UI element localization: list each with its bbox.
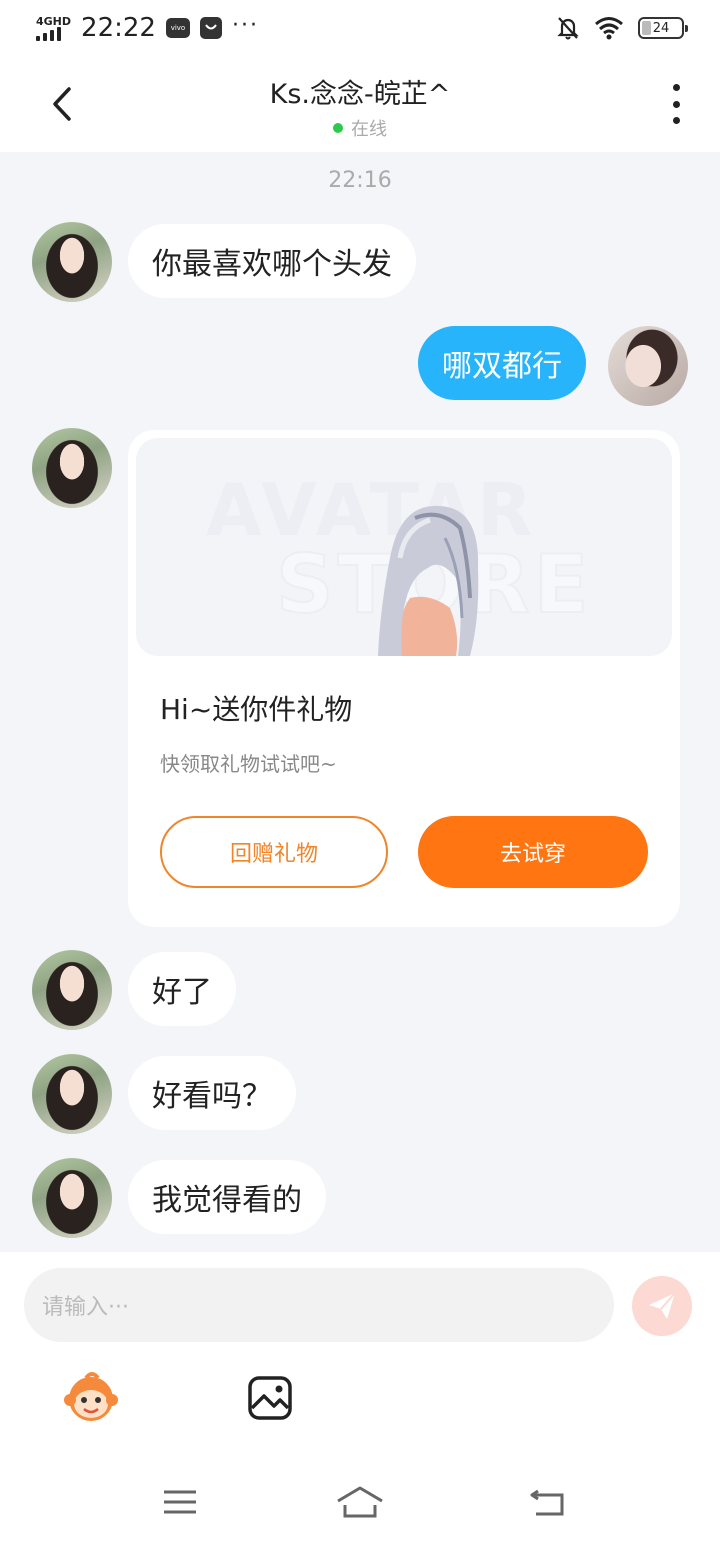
signal-indicator: 4GHD <box>36 16 71 41</box>
online-dot-icon <box>333 123 343 133</box>
more-options-button[interactable] <box>668 84 684 124</box>
battery-level: 24 <box>652 20 670 36</box>
try-on-button[interactable]: 去试穿 <box>418 816 648 888</box>
avatar[interactable] <box>32 1158 112 1238</box>
signal-bars-icon <box>36 26 61 41</box>
status-left: 4GHD 22:22 vivo ··· <box>36 13 259 43</box>
more-dot <box>672 117 680 124</box>
nav-menu-button[interactable] <box>155 1482 205 1522</box>
avatar[interactable] <box>32 428 112 508</box>
avatar[interactable] <box>32 950 112 1030</box>
avatar[interactable] <box>32 222 112 302</box>
wifi-icon <box>595 17 623 40</box>
home-icon <box>337 1486 383 1518</box>
nav-home-button[interactable] <box>335 1482 385 1522</box>
title-wrap: Ks.念念-皖芷^ 在线 <box>0 72 720 141</box>
chat-title: Ks.念念-皖芷^ <box>269 79 451 110</box>
my-avatar[interactable] <box>608 326 688 406</box>
send-icon <box>649 1292 676 1319</box>
status-more-dots: ··· <box>231 12 259 38</box>
message-bubble[interactable]: 我觉得看的 <box>128 1160 326 1234</box>
online-status: 在线 <box>0 115 720 141</box>
system-nav-bar <box>0 1460 720 1544</box>
menu-icon <box>164 1490 196 1514</box>
emoji-button[interactable] <box>62 1368 120 1426</box>
nav-back-button[interactable] <box>523 1482 573 1522</box>
shopping-bag-icon <box>199 17 222 39</box>
hair-preview-image <box>378 505 479 656</box>
gift-title: Hi~送你件礼物 <box>160 693 353 726</box>
online-status-label: 在线 <box>351 119 387 140</box>
emoji-icon <box>64 1372 118 1421</box>
return-gift-button[interactable]: 回赠礼物 <box>160 816 388 888</box>
back-icon <box>530 1489 564 1516</box>
message-input[interactable]: 请输入··· <box>24 1268 614 1342</box>
image-icon <box>248 1376 292 1420</box>
mute-bell-icon <box>557 17 579 40</box>
battery-icon: 24 <box>638 17 688 39</box>
message-bubble[interactable]: 你最喜欢哪个头发 <box>128 224 416 298</box>
network-label: 4GHD <box>36 14 72 28</box>
message-bubble[interactable]: 好了 <box>128 952 236 1026</box>
avatar[interactable] <box>32 1054 112 1134</box>
message-bubble[interactable]: 好看吗？ <box>128 1056 296 1130</box>
more-dot <box>672 84 680 91</box>
message-timestamp: 22:16 <box>328 168 392 193</box>
send-button[interactable] <box>632 1276 692 1336</box>
status-right: 24 <box>556 15 688 41</box>
chat-header: Ks.念念-皖芷^ 在线 <box>0 56 720 152</box>
gift-card[interactable]: AVATAR STORE Hi~送你件礼物 快领取礼物试试吧~ 回赠礼物 去试穿 <box>128 430 680 927</box>
gift-subtitle: 快领取礼物试试吧~ <box>160 752 337 776</box>
more-dot <box>672 100 680 108</box>
my-message-bubble[interactable]: 哪双都行 <box>418 326 586 400</box>
status-time: 22:22 <box>81 13 156 43</box>
gift-banner: AVATAR STORE <box>136 438 672 656</box>
vivo-icon: vivo <box>165 18 190 38</box>
status-bar: 4GHD 22:22 vivo ··· 24 <box>0 0 720 56</box>
chat-area[interactable]: 22:16 你最喜欢哪个头发 哪双都行 AVATAR STORE Hi~送你件礼… <box>0 152 720 1252</box>
image-button[interactable] <box>246 1374 294 1422</box>
